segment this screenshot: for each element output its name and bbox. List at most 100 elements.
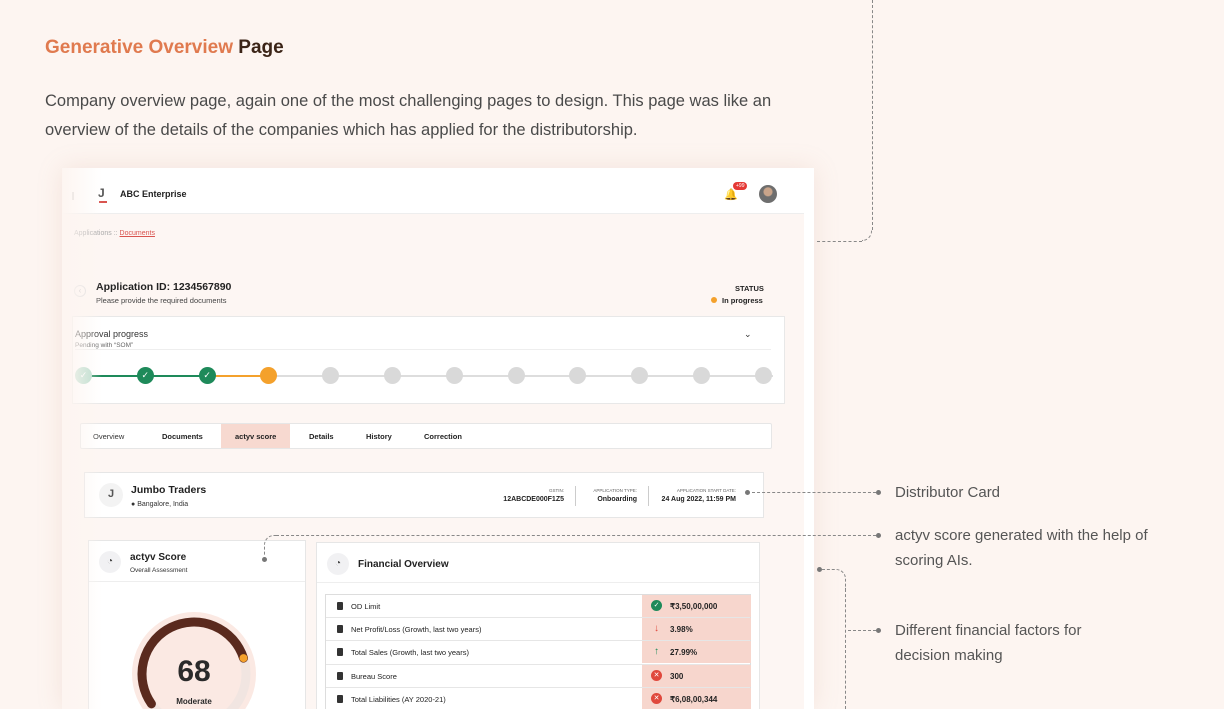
connector-line — [276, 535, 876, 536]
gstin-field: GSTIN: 12ABCDE000F1Z5 — [503, 488, 564, 503]
menu-handle[interactable] — [72, 192, 74, 200]
start-date-label: APPLICATION START DATE: — [676, 488, 736, 493]
financial-table: OD Limit ✓ ₹3,50,00,000 Net Profit/Loss (… — [325, 594, 751, 709]
connector-line — [872, 0, 873, 230]
distributor-name: Jumbo Traders — [131, 484, 207, 496]
chevron-down-icon[interactable]: ⌄ — [744, 329, 752, 340]
tab-history[interactable]: History — [366, 432, 392, 441]
tab-overview[interactable]: Overview — [93, 432, 124, 441]
close-icon: ✕ — [651, 692, 662, 704]
gstin-value: 12ABCDE000F1Z5 — [503, 496, 564, 503]
progress-step — [569, 367, 587, 384]
company-name: ABC Enterprise — [120, 189, 187, 199]
application-id: Application ID: 1234567890 — [96, 281, 232, 293]
score-level: Moderate — [176, 697, 212, 706]
arrow-down-icon: ↓ — [654, 623, 659, 635]
divider — [89, 581, 305, 582]
notification-badge: +99 — [733, 182, 748, 190]
main-content: Applications :: Documents ‹ Application … — [62, 214, 804, 709]
progress-step: ✓ — [75, 367, 92, 384]
row-value: ₹3,50,00,000 — [670, 602, 718, 611]
annotation-dot — [876, 533, 881, 538]
connector-curve — [822, 569, 846, 589]
speedometer-icon: ◔ — [99, 551, 121, 573]
row-label: Net Profit/Loss (Growth, last two years) — [351, 625, 482, 635]
table-row: Total Liabilities (AY 2020-21) ✕ ₹6,08,00… — [326, 687, 751, 709]
avatar[interactable] — [759, 185, 777, 203]
annotation-dot — [262, 557, 267, 562]
breadcrumb-parent[interactable]: Applications :: — [74, 230, 118, 237]
connector-line — [848, 630, 876, 631]
annotation-actyv-score-line1: actyv score generated with the help of — [895, 527, 1148, 544]
distributor-card[interactable]: J Jumbo Traders ● Bangalore, India GSTIN… — [84, 472, 764, 518]
table-row: Bureau Score ✕ 300 — [326, 664, 751, 688]
progress-step: ✓ — [198, 367, 216, 384]
divider — [648, 486, 649, 506]
row-label: Total Liabilities (AY 2020-21) — [351, 694, 446, 704]
approval-progress-card: Approval progress Pending with “SOM” ⌄ ✓… — [72, 316, 785, 404]
location-text: Bangalore, India — [137, 501, 189, 508]
progress-step — [754, 367, 772, 384]
actyv-score-card: ◔ actyv Score Overall Assessment 68 Mode… — [88, 540, 306, 709]
tab-actyv-score[interactable]: actyv score — [221, 424, 291, 448]
row-label: Bureau Score — [351, 671, 397, 681]
application-type-value: Onboarding — [597, 496, 637, 503]
top-bar: J ABC Enterprise 🔔 +99 — [62, 176, 804, 214]
back-icon[interactable]: ‹ — [74, 285, 86, 297]
divider — [75, 349, 771, 350]
start-date-value: 24 Aug 2022, 11:59 PM — [661, 496, 736, 503]
financial-title: Financial Overview — [358, 559, 449, 570]
row-value-cell: ↓ 3.98% — [642, 618, 751, 641]
row-value-cell: ✕ 300 — [642, 664, 751, 687]
arrow-up-icon: ↑ — [654, 646, 659, 658]
table-row: Net Profit/Loss (Growth, last two years)… — [326, 618, 751, 642]
progress-step — [445, 367, 463, 384]
tab-details[interactable]: Details — [309, 432, 334, 441]
location-pin-icon: ● — [131, 501, 136, 508]
application-subtitle: Please provide the required documents — [96, 296, 227, 305]
annotation-dot — [745, 490, 750, 495]
gstin-label: GSTIN: — [548, 488, 564, 493]
annotation-distributor-card: Distributor Card — [895, 484, 1001, 501]
score-subtitle: Overall Assessment — [130, 567, 188, 574]
check-icon: ✓ — [651, 600, 662, 611]
page-description: Company overview page, again one of the … — [45, 92, 772, 139]
breadcrumb: Applications :: Documents — [74, 230, 155, 237]
progress-step — [507, 367, 525, 384]
annotation-financial-line2: decision making — [895, 647, 1003, 664]
annotation-actyv-score-line2: scoring AIs. — [895, 552, 973, 569]
annotation-dot — [876, 628, 881, 633]
divider — [317, 582, 759, 583]
annotation-financial-line1: Different financial factors for — [895, 622, 1082, 639]
row-value: ₹6,08,00,344 — [670, 694, 718, 704]
divider — [575, 486, 576, 506]
annotation-dot — [876, 490, 881, 495]
row-label: Total Sales (Growth, last two years) — [351, 648, 469, 658]
status-badge: In progress — [711, 296, 763, 305]
connector-curve — [264, 535, 276, 555]
tab-documents[interactable]: Documents — [162, 432, 203, 441]
score-gauge: 68 Moderate — [129, 609, 259, 709]
table-row: Total Sales (Growth, last two years) ↑ 27… — [326, 641, 751, 665]
progress-track — [83, 375, 773, 377]
connector-line — [752, 492, 876, 493]
document-icon — [337, 602, 343, 610]
score-title: actyv Score — [130, 552, 187, 563]
status-label: STATUS — [735, 284, 764, 293]
progress-step — [693, 367, 710, 384]
page-title: Generative Overview Page — [45, 37, 284, 59]
start-date-field: APPLICATION START DATE: 24 Aug 2022, 11:… — [662, 488, 736, 503]
row-value-cell: ✓ ₹3,50,00,000 — [642, 595, 751, 617]
breadcrumb-current[interactable]: Documents — [120, 230, 155, 237]
row-value: 27.99% — [670, 648, 698, 658]
connector-curve — [862, 230, 872, 241]
row-value-cell: ✕ ₹6,08,00,344 — [642, 687, 751, 709]
application-type-label: APPLICATION TYPE: — [593, 488, 637, 493]
row-value: 300 — [670, 671, 684, 681]
tab-correction[interactable]: Correction — [424, 432, 462, 441]
approval-title: Approval progress — [75, 329, 149, 339]
table-row: OD Limit ✓ ₹3,50,00,000 — [326, 595, 751, 619]
page-title-rest: Page — [238, 37, 284, 58]
progress-step — [260, 367, 278, 384]
speedometer-icon: ◔ — [327, 553, 349, 575]
